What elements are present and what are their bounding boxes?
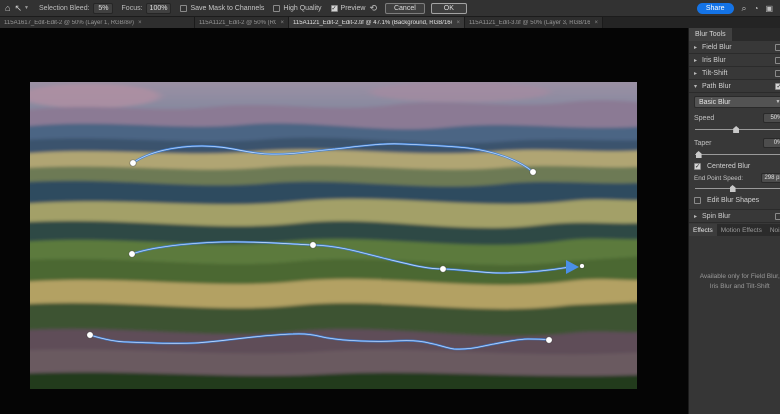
tab-document-2[interactable]: 115A1121_Edit-2 @ 50% (RGB/16#) × [195, 17, 289, 28]
path-blur-label: Path Blur [702, 83, 775, 90]
centered-blur-row[interactable]: ✓ Centered Blur [694, 163, 780, 170]
end-point-speed-slider[interactable] [695, 184, 780, 193]
tab-label: 115A1121_Edit-3.tif @ 50% (Layer 3, RGB/… [469, 20, 590, 26]
preview-checkbox-group[interactable]: ✓ Preview [331, 5, 366, 12]
chevron-down-icon: ▼ [776, 99, 780, 105]
chevron-right-icon[interactable]: ▸ [694, 213, 702, 220]
chevron-right-icon[interactable]: ▸ [694, 57, 702, 64]
tool-row-iris-blur[interactable]: ▸ Iris Blur [689, 54, 780, 67]
speed-slider-handle[interactable] [733, 126, 739, 133]
close-icon[interactable]: × [456, 20, 460, 26]
tool-row-field-blur[interactable]: ▸ Field Blur [689, 41, 780, 54]
document-tab-bar: 115A1617_Edit-Edit-2 @ 50% (Layer 1, RGB… [0, 17, 780, 28]
high-quality-checkbox-group[interactable]: High Quality [273, 5, 321, 12]
edit-blur-shapes-label: Edit Blur Shapes [707, 197, 759, 204]
save-mask-checkbox-group[interactable]: Save Mask to Channels [180, 5, 264, 12]
options-bar: ⌂ ↖ ▼ Selection Bleed: 5% Focus: 100% Sa… [0, 0, 780, 17]
blur-tool-button[interactable]: ↖ ▼ [14, 4, 29, 13]
effects-message-line2: Iris Blur and Tilt-Shift [689, 282, 780, 292]
focus-value[interactable]: 100% [146, 3, 172, 14]
tab-noise[interactable]: Noise [766, 224, 780, 236]
taper-slider-handle[interactable] [696, 151, 702, 158]
share-button[interactable]: Share [697, 3, 734, 14]
tilt-shift-label: Tilt-Shift [702, 70, 775, 77]
spin-blur-checkbox[interactable] [775, 213, 780, 220]
cancel-button[interactable]: Cancel [385, 3, 425, 14]
workspace-icon[interactable]: ▣ [765, 4, 773, 13]
tab-motion-effects[interactable]: Motion Effects [717, 224, 766, 236]
iris-blur-checkbox[interactable] [775, 57, 780, 64]
close-icon[interactable]: × [594, 20, 598, 26]
taper-label: Taper [694, 140, 712, 147]
chevron-right-icon[interactable]: ▸ [694, 44, 702, 51]
preview-checkbox[interactable]: ✓ [331, 5, 338, 12]
end-point-speed-slider-handle[interactable] [730, 185, 736, 192]
effects-panel-tabs: Effects Motion Effects Noise [689, 224, 780, 236]
tab-effects[interactable]: Effects [689, 224, 717, 236]
panel-title-tab[interactable]: Blur Tools [689, 28, 732, 41]
blur-type-dropdown[interactable]: Basic Blur ▼ [694, 96, 780, 108]
save-mask-checkbox[interactable] [180, 5, 187, 12]
tab-document-4[interactable]: 115A1121_Edit-3.tif @ 50% (Layer 3, RGB/… [465, 17, 603, 28]
selection-bleed-value[interactable]: 5% [93, 3, 113, 14]
search-icon[interactable]: ⌕ [742, 3, 747, 14]
blur-tool-icon: ↖ [14, 4, 22, 13]
photoshop-window: ⌂ ↖ ▼ Selection Bleed: 5% Focus: 100% Sa… [0, 0, 780, 414]
end-point-speed-label: End Point Speed: [694, 175, 743, 182]
focus-label: Focus: [122, 5, 143, 12]
edit-blur-shapes-row[interactable]: Edit Blur Shapes [694, 197, 780, 204]
taper-slider[interactable] [695, 150, 780, 159]
tab-label: 115A1121_Edit-2_Edit-2.tif @ 47.1% (Back… [293, 20, 452, 26]
path-blur-checkbox[interactable]: ✓ [775, 83, 780, 90]
field-blur-label: Field Blur [702, 44, 775, 51]
save-mask-label: Save Mask to Channels [190, 5, 264, 12]
speed-value[interactable]: 50% [763, 113, 780, 123]
spin-blur-label: Spin Blur [702, 213, 775, 220]
blur-type-value: Basic Blur [699, 99, 731, 106]
ok-button[interactable]: OK [431, 3, 467, 14]
chevron-right-icon[interactable]: ▸ [694, 70, 702, 77]
iris-blur-label: Iris Blur [702, 57, 775, 64]
blur-tools-panel: Blur Tools ▣ ▸ Field Blur ▸ Iris Blur ▸ … [688, 28, 780, 414]
tool-row-tilt-shift[interactable]: ▸ Tilt-Shift [689, 67, 780, 80]
tab-document-3-active[interactable]: 115A1121_Edit-2_Edit-2.tif @ 47.1% (Back… [289, 17, 465, 28]
centered-blur-label: Centered Blur [707, 163, 750, 170]
close-icon[interactable]: × [138, 20, 142, 26]
chevron-down-icon: ▼ [24, 5, 29, 11]
tilt-shift-checkbox[interactable] [775, 70, 780, 77]
edit-blur-shapes-checkbox[interactable] [694, 197, 701, 204]
taper-value[interactable]: 0% [763, 138, 780, 148]
speed-slider[interactable] [695, 125, 780, 134]
chevron-down-icon[interactable]: ▾ [694, 83, 702, 90]
hills-illustration [30, 82, 637, 389]
panel-collapse-icon[interactable]: ▣ [776, 28, 780, 41]
tab-label: 115A1617_Edit-Edit-2 @ 50% (Layer 1, RGB… [4, 20, 134, 26]
selection-bleed-label: Selection Bleed: [39, 5, 90, 12]
effects-panel-body: Available only for Field Blur, Iris Blur… [689, 236, 780, 414]
speed-label: Speed [694, 115, 714, 122]
high-quality-checkbox[interactable] [273, 5, 280, 12]
end-point-speed-value[interactable]: 298 px [761, 173, 780, 183]
help-icon[interactable]: ◔ [754, 4, 759, 13]
canvas-area[interactable] [0, 28, 688, 414]
field-blur-checkbox[interactable] [775, 44, 780, 51]
tool-row-path-blur[interactable]: ▾ Path Blur ✓ [689, 80, 780, 93]
close-icon[interactable]: × [280, 20, 284, 26]
tab-label: 115A1121_Edit-2 @ 50% (RGB/16#) [199, 20, 276, 26]
centered-blur-checkbox[interactable]: ✓ [694, 163, 701, 170]
preview-label: Preview [341, 5, 366, 12]
photo-document[interactable] [30, 82, 637, 389]
path-blur-options: Basic Blur ▼ Speed 50% Taper 0% [689, 93, 780, 210]
tool-row-spin-blur[interactable]: ▸ Spin Blur [689, 210, 780, 223]
reset-icon[interactable]: ⟲ [369, 3, 377, 14]
high-quality-label: High Quality [283, 5, 321, 12]
effects-message-line1: Available only for Field Blur, [689, 272, 780, 282]
tab-document-1[interactable]: 115A1617_Edit-Edit-2 @ 50% (Layer 1, RGB… [0, 17, 195, 28]
panel-header: Blur Tools ▣ [689, 28, 780, 41]
home-icon[interactable]: ⌂ [5, 4, 10, 13]
